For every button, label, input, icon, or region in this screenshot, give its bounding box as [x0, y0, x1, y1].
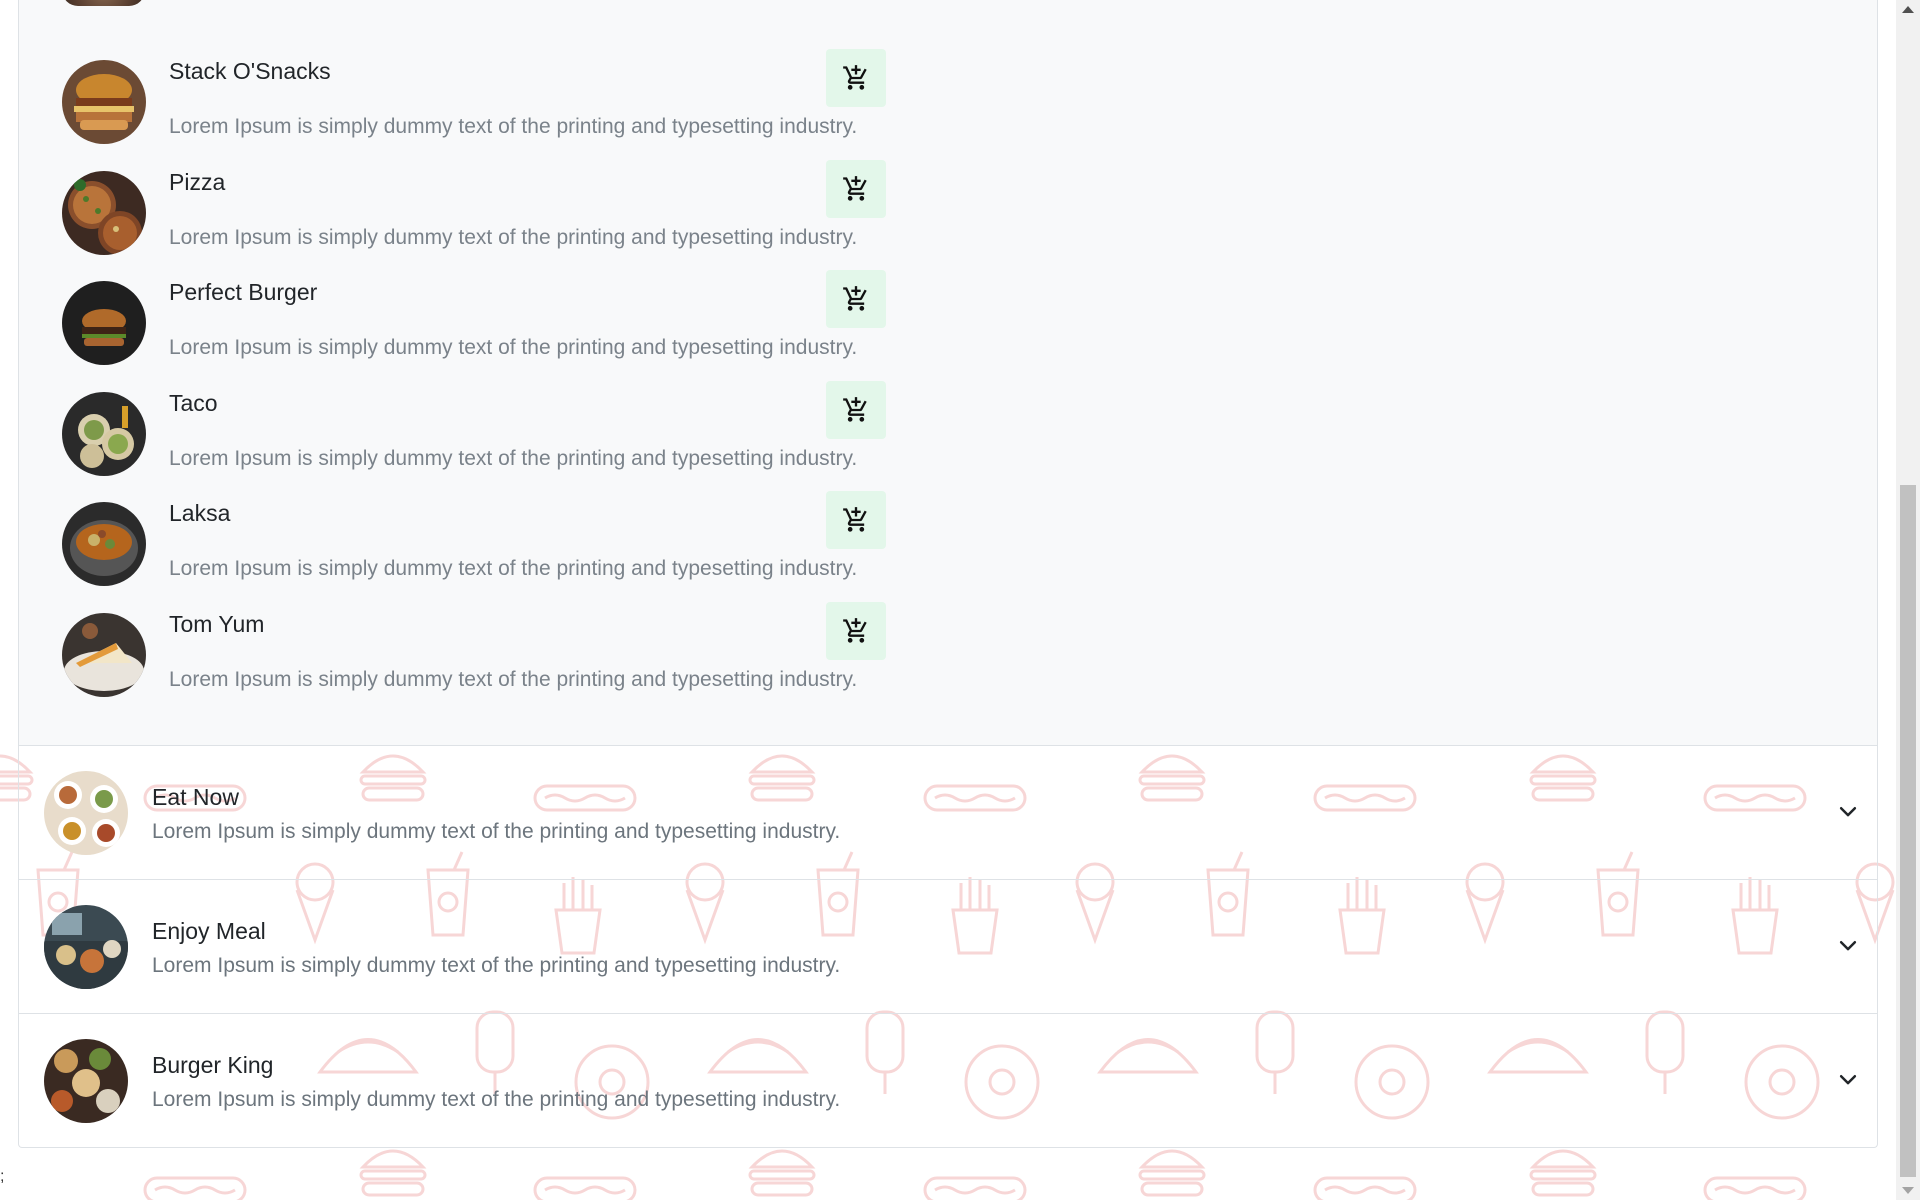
- add-to-cart-icon: [843, 618, 867, 643]
- menu-item-image: [62, 612, 146, 697]
- menu-item-description: Lorem Ipsum is simply dummy text of the …: [169, 115, 858, 138]
- expanded-restaurant-panel: Stack O'Snacks Lorem Ipsum is simply dum…: [19, 0, 1877, 746]
- restaurant-accordion-item[interactable]: Eat Now Lorem Ipsum is simply dummy text…: [19, 746, 1877, 880]
- restaurant-name: Enjoy Meal: [152, 918, 266, 944]
- add-to-cart-icon: [843, 175, 867, 201]
- add-to-cart-button[interactable]: [826, 49, 886, 107]
- scroll-up-arrow-icon[interactable]: [1902, 6, 1914, 13]
- menu-item-description: Lorem Ipsum is simply dummy text of the …: [169, 225, 858, 249]
- menu-list: Stack O'Snacks Lorem Ipsum is simply dum…: [62, 49, 892, 722]
- menu-item-image: [62, 281, 146, 366]
- page: Stack O'Snacks Lorem Ipsum is simply dum…: [0, 0, 1896, 1200]
- add-to-cart-button[interactable]: [826, 491, 886, 550]
- vertical-scrollbar[interactable]: [1896, 0, 1920, 1200]
- restaurant-accordion: Stack O'Snacks Lorem Ipsum is simply dum…: [18, 0, 1878, 1148]
- chevron-down-icon[interactable]: [1837, 934, 1859, 956]
- menu-item: Perfect Burger Lorem Ipsum is simply dum…: [62, 270, 892, 390]
- menu-item-image: [62, 170, 146, 255]
- restaurant-name: Eat Now: [152, 784, 239, 810]
- menu-item-name: Stack O'Snacks: [169, 58, 331, 84]
- menu-item-image: [62, 60, 146, 144]
- restaurant-description: Lorem Ipsum is simply dummy text of the …: [152, 820, 841, 843]
- menu-item-image: [62, 502, 146, 587]
- menu-item-name: Pizza: [169, 168, 226, 195]
- restaurant-accordion-item[interactable]: Enjoy Meal Lorem Ipsum is simply dummy t…: [19, 880, 1877, 1014]
- add-to-cart-button[interactable]: [826, 270, 886, 329]
- add-to-cart-icon: [843, 396, 867, 422]
- stray-text: ;: [0, 1168, 5, 1185]
- add-to-cart-button[interactable]: [826, 159, 886, 218]
- scroll-down-arrow-icon[interactable]: [1902, 1187, 1914, 1194]
- restaurant-name: Burger King: [152, 1052, 274, 1078]
- restaurant-accordion-item[interactable]: Burger King Lorem Ipsum is simply dummy …: [19, 1014, 1877, 1147]
- menu-item-image: [62, 391, 146, 476]
- chevron-down-icon[interactable]: [1837, 800, 1859, 822]
- menu-item-name: Tom Yum: [169, 610, 265, 637]
- previous-restaurant-avatar: [62, 0, 145, 6]
- restaurant-description: Lorem Ipsum is simply dummy text of the …: [152, 1088, 841, 1111]
- add-to-cart-icon: [843, 65, 867, 90]
- menu-item-description: Lorem Ipsum is simply dummy text of the …: [169, 336, 858, 360]
- restaurant-description: Lorem Ipsum is simply dummy text of the …: [152, 954, 841, 977]
- menu-item-description: Lorem Ipsum is simply dummy text of the …: [169, 446, 858, 470]
- scrollbar-thumb[interactable]: [1900, 485, 1916, 1177]
- chevron-down-icon[interactable]: [1837, 1068, 1859, 1090]
- restaurant-avatar: [44, 905, 128, 989]
- menu-item-name: Taco: [169, 389, 218, 416]
- add-to-cart-icon: [843, 286, 867, 311]
- add-to-cart-button[interactable]: [826, 380, 886, 439]
- menu-item: Laksa Lorem Ipsum is simply dummy text o…: [62, 491, 892, 611]
- add-to-cart-icon: [843, 507, 867, 533]
- menu-item-name: Perfect Burger: [169, 279, 318, 306]
- restaurant-avatar: [44, 771, 128, 855]
- menu-item: Pizza Lorem Ipsum is simply dummy text o…: [62, 159, 892, 280]
- menu-item-description: Lorem Ipsum is simply dummy text of the …: [169, 557, 858, 581]
- menu-item: Taco Lorem Ipsum is simply dummy text of…: [62, 380, 892, 501]
- menu-item-description: Lorem Ipsum is simply dummy text of the …: [169, 667, 858, 691]
- restaurant-avatar: [44, 1039, 128, 1123]
- menu-item: Tom Yum Lorem Ipsum is simply dummy text…: [62, 601, 892, 722]
- add-to-cart-button[interactable]: [826, 601, 886, 660]
- menu-item: Stack O'Snacks Lorem Ipsum is simply dum…: [62, 49, 892, 169]
- menu-item-name: Laksa: [169, 500, 231, 527]
